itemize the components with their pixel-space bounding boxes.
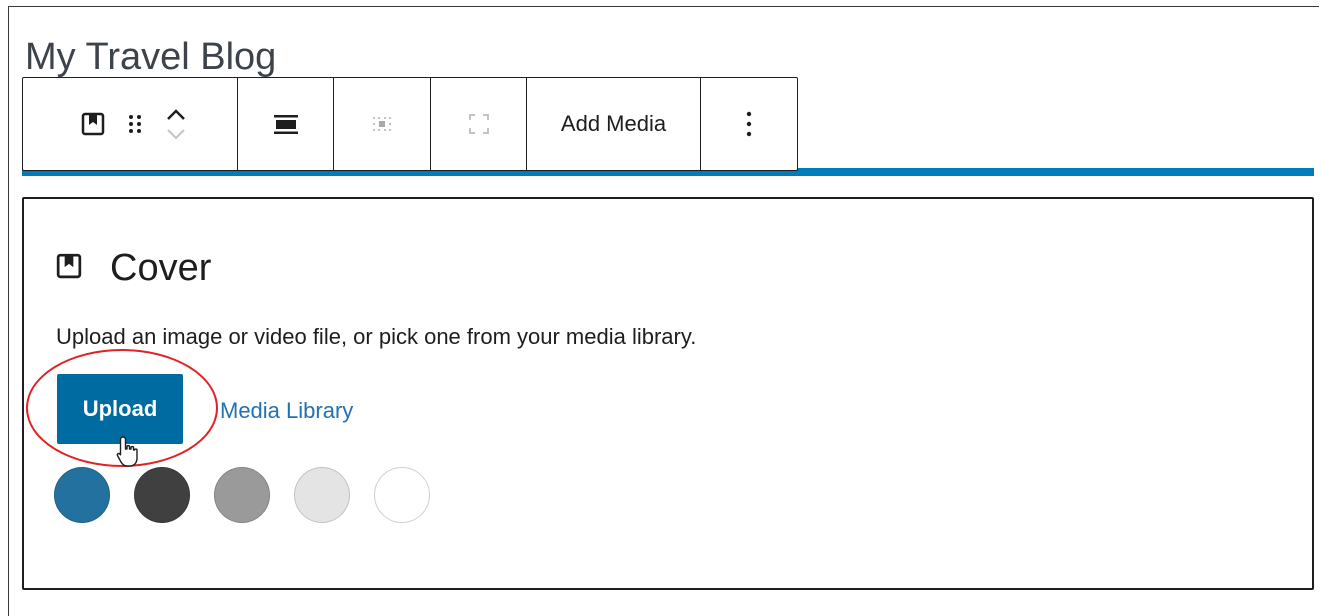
align-wide-icon[interactable] [273,112,299,136]
overlay-color-swatches [54,467,430,523]
toolbar-group-position [334,78,431,170]
post-title[interactable]: My Travel Blog [25,38,345,78]
cover-block-icon [56,253,82,284]
swatch-gray[interactable] [214,467,270,523]
toolbar-group-align [238,78,334,170]
chevron-up-icon[interactable] [165,107,187,121]
cover-block-icon[interactable] [81,112,105,136]
toolbar-group-more [701,78,797,170]
upload-button[interactable]: Upload [57,374,183,444]
add-media-button[interactable]: Add Media [561,111,666,137]
cover-instructions: Upload an image or video file, or pick o… [56,324,697,349]
drag-handle-icon[interactable] [127,112,143,136]
media-library-link[interactable]: Media Library [220,398,353,424]
swatch-dark-gray[interactable] [134,467,190,523]
toolbar-group-media: Add Media [527,78,701,170]
swatch-blue[interactable] [54,467,110,523]
toolbar-group-block [23,78,238,170]
more-vertical-icon[interactable] [745,110,753,138]
swatch-light-gray[interactable] [294,467,350,523]
cover-placeholder: Cover Upload an image or video file, or … [22,197,1314,590]
cover-header: Cover [56,247,211,290]
chevron-down-icon[interactable] [165,127,187,141]
toolbar-group-height [431,78,527,170]
content-position-icon[interactable] [370,112,394,136]
full-height-icon[interactable] [467,112,491,136]
swatch-white[interactable] [374,467,430,523]
block-toolbar: Add Media [22,77,798,171]
cover-title: Cover [110,247,212,289]
block-mover [165,107,187,141]
